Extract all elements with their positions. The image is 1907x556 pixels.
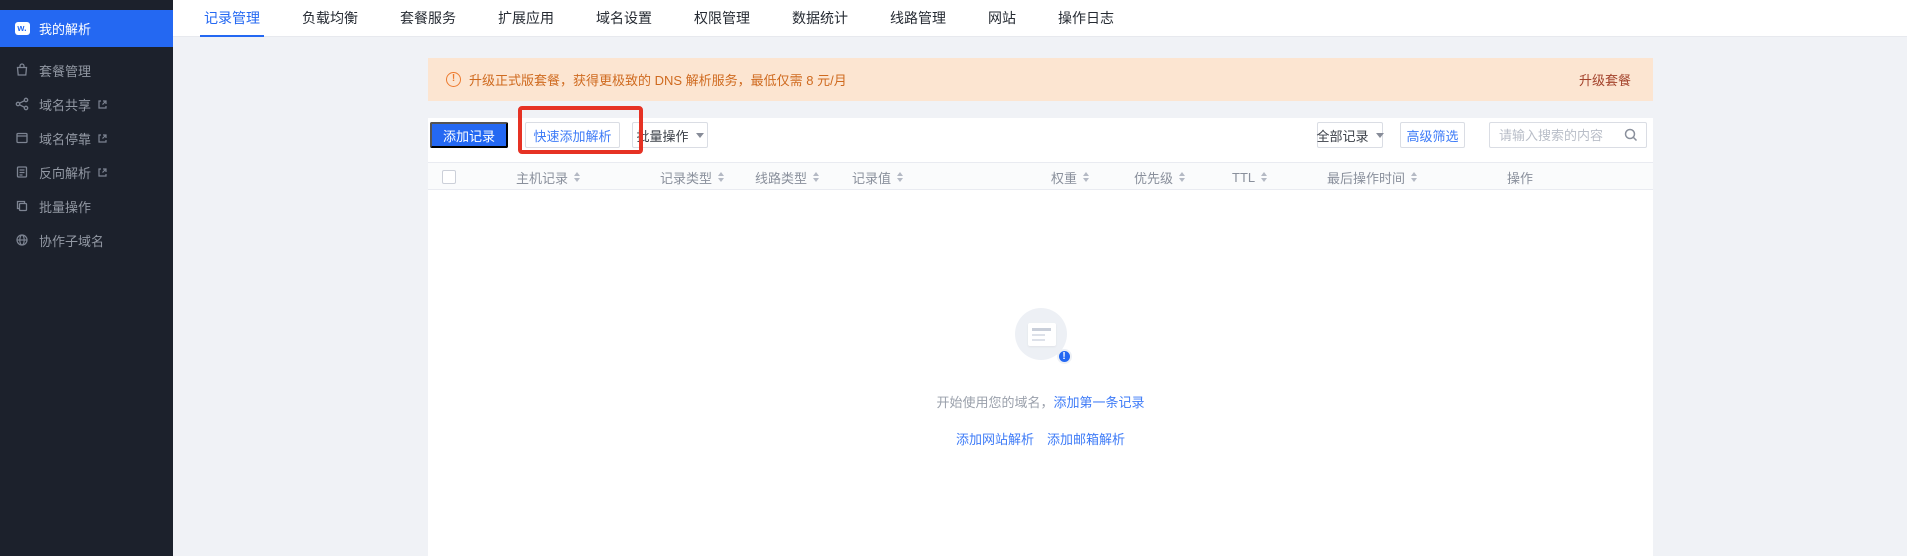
sidebar-item-my-resolution[interactable]: w. 我的解析 [0, 10, 173, 47]
search-icon[interactable] [1623, 127, 1639, 143]
sort-icon[interactable] [897, 172, 903, 182]
empty-records-icon: ! [1015, 308, 1067, 360]
sidebar-item-label: 域名停靠 [39, 129, 91, 148]
info-badge-icon: ! [1057, 349, 1072, 364]
column-header-record-type[interactable]: 记录类型 [660, 163, 724, 191]
document-icon [14, 164, 30, 180]
empty-hint-text: 开始使用您的域名， [936, 395, 1053, 410]
column-header-priority[interactable]: 优先级 [1134, 163, 1185, 191]
column-header-actions: 操作 [1507, 163, 1533, 191]
sidebar-item-label: 反向解析 [39, 163, 91, 182]
add-site-resolution-link[interactable]: 添加网站解析 [956, 429, 1034, 448]
sort-icon[interactable] [1261, 172, 1267, 182]
chevron-down-icon [696, 133, 704, 138]
column-header-last-operation-time[interactable]: 最后操作时间 [1327, 163, 1417, 191]
sidebar-item-label: 域名共享 [39, 95, 91, 114]
quick-add-resolution-button[interactable]: 快速添加解析 [525, 122, 620, 148]
tab-data-statistics[interactable]: 数据统计 [788, 0, 852, 36]
banner-text: 升级正式版套餐，获得更极致的 DNS 解析服务，最低仅需 8 元/月 [469, 70, 847, 89]
sort-icon[interactable] [1411, 172, 1417, 182]
sidebar-item-batch-operations[interactable]: 批量操作 [0, 189, 173, 223]
all-records-label: 全部记录 [1317, 126, 1369, 145]
tab-record-management[interactable]: 记录管理 [200, 0, 264, 36]
add-first-record-link[interactable]: 添加第一条记录 [1054, 395, 1145, 410]
external-link-icon [97, 167, 108, 178]
globe-icon [14, 232, 30, 248]
all-records-dropdown[interactable]: 全部记录 [1317, 122, 1383, 148]
sidebar-item-package-management[interactable]: 套餐管理 [0, 53, 173, 87]
window-icon [14, 130, 30, 146]
external-link-icon [97, 133, 108, 144]
search-box [1489, 122, 1647, 148]
tab-extended-apps[interactable]: 扩展应用 [494, 0, 558, 36]
add-mail-resolution-link[interactable]: 添加邮箱解析 [1047, 429, 1125, 448]
advanced-filter-button[interactable]: 高级筛选 [1400, 122, 1465, 148]
select-all-checkbox[interactable] [442, 170, 456, 184]
batch-operations-label: 批量操作 [636, 126, 688, 145]
warning-circle-icon: ! [446, 72, 461, 87]
sort-icon[interactable] [574, 172, 580, 182]
w-badge-icon: w. [14, 21, 30, 37]
external-link-icon [97, 99, 108, 110]
column-header-weight[interactable]: 权重 [1051, 163, 1089, 191]
sort-icon[interactable] [813, 172, 819, 182]
tab-line-management[interactable]: 线路管理 [886, 0, 950, 36]
tab-permission-management[interactable]: 权限管理 [690, 0, 754, 36]
column-header-line-type[interactable]: 线路类型 [755, 163, 819, 191]
sidebar-item-label: 我的解析 [39, 19, 91, 38]
bag-icon [14, 62, 30, 78]
sort-icon[interactable] [1179, 172, 1185, 182]
column-header-record-value[interactable]: 记录值 [852, 163, 903, 191]
table-header-row: 主机记录 记录类型 线路类型 记录值 权重 优先级 TTL 最后操作时间 [428, 162, 1653, 190]
batch-operations-button[interactable]: 批量操作 [632, 122, 708, 148]
sort-icon[interactable] [718, 172, 724, 182]
sidebar-item-collaborative-subdomain[interactable]: 协作子域名 [0, 223, 173, 257]
upgrade-banner: ! 升级正式版套餐，获得更极致的 DNS 解析服务，最低仅需 8 元/月 升级套… [428, 58, 1653, 101]
tab-website[interactable]: 网站 [984, 0, 1020, 36]
sidebar-item-domain-parking[interactable]: 域名停靠 [0, 121, 173, 155]
chevron-down-icon [1376, 133, 1384, 138]
sidebar-item-reverse-resolution[interactable]: 反向解析 [0, 155, 173, 189]
tab-load-balancing[interactable]: 负载均衡 [298, 0, 362, 36]
add-record-button[interactable]: 添加记录 [430, 122, 508, 148]
sidebar-item-label: 套餐管理 [39, 61, 91, 80]
toolbar: 添加记录 快速添加解析 批量操作 全部记录 高级筛选 [428, 118, 1653, 149]
sort-icon[interactable] [1083, 172, 1089, 182]
content-card: 添加记录 快速添加解析 批量操作 全部记录 高级筛选 主机记录 记录类型 [428, 118, 1653, 556]
share-icon [14, 96, 30, 112]
tab-operation-log[interactable]: 操作日志 [1054, 0, 1118, 36]
column-header-host-record[interactable]: 主机记录 [516, 163, 580, 191]
tab-domain-settings[interactable]: 域名设置 [592, 0, 656, 36]
upgrade-package-link[interactable]: 升级套餐 [1579, 70, 1631, 89]
sidebar-item-domain-sharing[interactable]: 域名共享 [0, 87, 173, 121]
tab-bar: 记录管理 负载均衡 套餐服务 扩展应用 域名设置 权限管理 数据统计 线路管理 … [173, 0, 1907, 37]
copy-icon [14, 198, 30, 214]
empty-state: ! 开始使用您的域名，添加第一条记录 添加网站解析 添加邮箱解析 [428, 308, 1653, 448]
column-header-ttl[interactable]: TTL [1232, 163, 1267, 191]
sidebar: w. 我的解析 套餐管理 域名共享 域名 [0, 0, 173, 556]
sidebar-item-label: 批量操作 [39, 197, 91, 216]
sidebar-item-label: 协作子域名 [39, 231, 104, 250]
tab-package-service[interactable]: 套餐服务 [396, 0, 460, 36]
